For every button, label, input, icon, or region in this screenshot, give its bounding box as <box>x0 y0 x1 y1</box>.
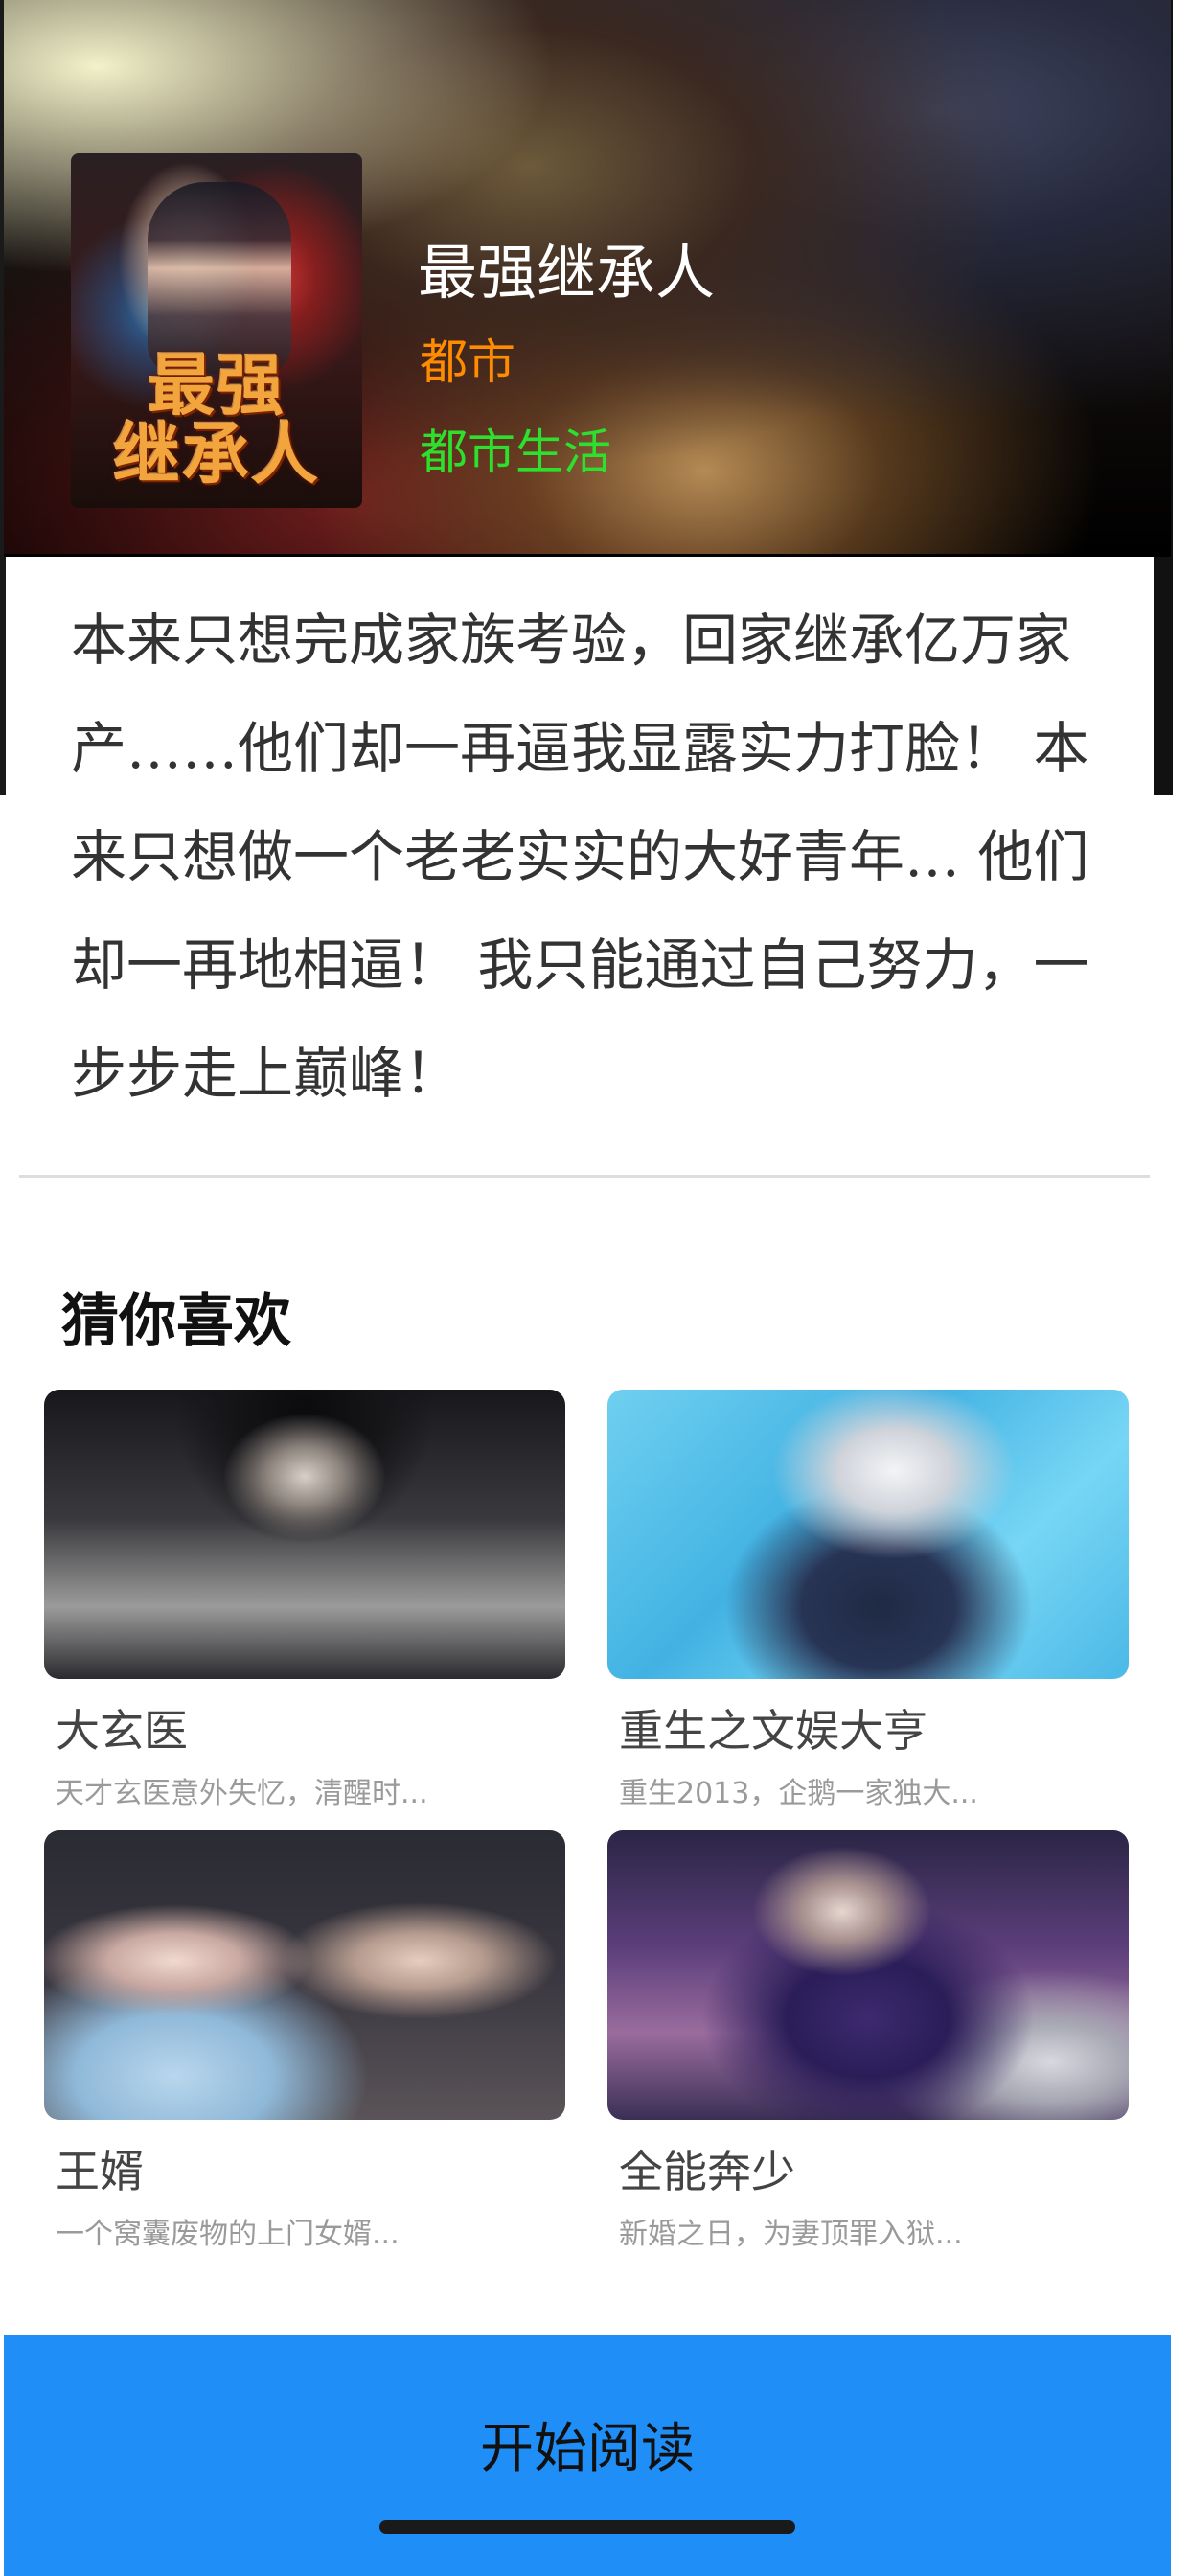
home-indicator[interactable] <box>379 2520 795 2534</box>
recommendation-cover[interactable] <box>44 1830 565 2120</box>
recommendation-card[interactable]: 王婿 一个窝囊废物的上门女婿... <box>44 1830 565 2252</box>
recommendation-name[interactable]: 重生之文娱大亨 <box>619 1696 1129 1760</box>
recommendation-card[interactable]: 全能奔少 新婚之日，为妻顶罪入狱... <box>607 1830 1129 2252</box>
book-category[interactable]: 都市 <box>420 324 515 393</box>
book-header: 最强 继承人 最强继承人 都市 都市生活 <box>4 0 1171 557</box>
recommendation-desc: 新婚之日，为妻顶罪入狱... <box>619 2218 963 2251</box>
divider <box>19 1175 1150 1178</box>
recommendation-cover[interactable] <box>607 1390 1129 1679</box>
book-detail-page: 最强 继承人 最强继承人 都市 都市生活 本来只想完成家族考验，回家继承亿万家产…… <box>0 0 1190 2576</box>
book-description: 本来只想完成家族考验，回家继承亿万家产……他们却一再逼我显露实力打脸！ 本来只想… <box>71 608 1089 1106</box>
recommendation-cover[interactable] <box>607 1830 1129 2120</box>
start-reading-button[interactable]: 开始阅读 <box>4 2334 1171 2576</box>
recommendation-desc: 重生2013，企鹅一家独大... <box>619 1777 978 1810</box>
recommendation-name[interactable]: 全能奔少 <box>619 2137 1129 2200</box>
recommendations-title: 猜你喜欢 <box>61 1288 291 1355</box>
cover-title-logo: 最强 继承人 <box>113 345 320 494</box>
recommendation-desc: 天才玄医意外失忆，清醒时... <box>56 1777 428 1810</box>
recommendation-name[interactable]: 大玄医 <box>56 1696 565 1760</box>
book-cover[interactable]: 最强 继承人 <box>71 153 362 508</box>
recommendation-name[interactable]: 王婿 <box>56 2137 565 2200</box>
recommendation-card[interactable]: 重生之文娱大亨 重生2013，企鹅一家独大... <box>607 1390 1129 1811</box>
book-title: 最强继承人 <box>418 238 716 308</box>
book-subcategory[interactable]: 都市生活 <box>420 414 611 483</box>
recommendation-desc: 一个窝囊废物的上门女婿... <box>56 2218 400 2251</box>
recommendation-cover[interactable] <box>44 1390 565 1679</box>
recommendation-card[interactable]: 大玄医 天才玄医意外失忆，清醒时... <box>44 1390 565 1811</box>
